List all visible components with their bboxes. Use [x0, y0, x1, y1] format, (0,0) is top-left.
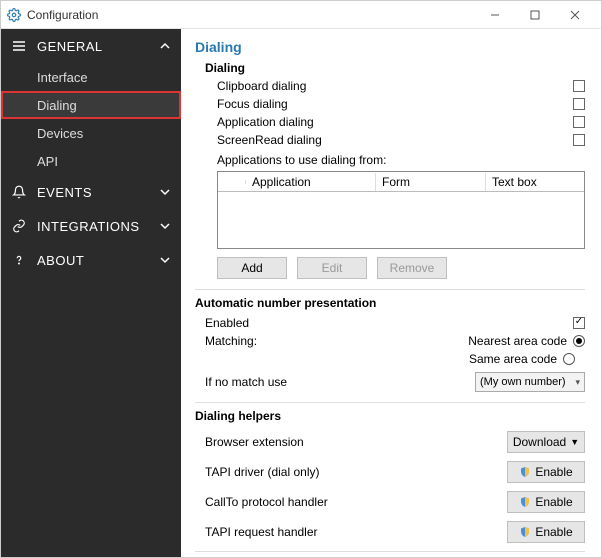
nearest-area-code-radio[interactable] [573, 335, 585, 347]
download-button[interactable]: Download ▼ [507, 431, 585, 453]
minimize-button[interactable] [475, 1, 515, 29]
nav-section-label: ABOUT [37, 253, 159, 268]
nav-section-label: GENERAL [37, 39, 159, 54]
sidebar-item-interface[interactable]: Interface [1, 63, 181, 91]
table-col-blank [218, 180, 246, 184]
option-label: Clipboard dialing [217, 79, 573, 93]
dialing-section-heading: Dialing [205, 61, 585, 75]
option-label: Application dialing [217, 115, 573, 129]
table-col-form: Form [376, 173, 486, 191]
add-button[interactable]: Add [217, 257, 287, 279]
enable-tapi-driver-button[interactable]: Enable [507, 461, 585, 483]
remove-button[interactable]: Remove [377, 257, 447, 279]
hamburger-icon [11, 39, 27, 53]
shield-icon [519, 466, 531, 478]
button-label: Enable [535, 495, 572, 509]
table-col-application: Application [246, 173, 376, 191]
sidebar-item-label: Interface [37, 70, 88, 85]
anp-enabled-checkbox[interactable] [573, 317, 585, 329]
button-label: Enable [535, 525, 572, 539]
sidebar: GENERAL Interface Dialing Devices API EV… [1, 29, 181, 557]
chevron-down-icon: ▾ [575, 377, 580, 388]
page-title: Dialing [195, 39, 585, 55]
window-title: Configuration [27, 8, 475, 22]
no-match-select[interactable]: (My own number) ▾ [475, 372, 585, 392]
table-body-empty [218, 192, 584, 248]
content-panel: Dialing Dialing Clipboard dialing Focus … [181, 29, 601, 557]
radio-label: Nearest area code [468, 334, 567, 348]
sidebar-item-api[interactable]: API [1, 147, 181, 175]
applications-label: Applications to use dialing from: [217, 153, 585, 167]
option-label: ScreenRead dialing [217, 133, 573, 147]
applications-table: Application Form Text box [217, 171, 585, 249]
nav-section-integrations[interactable]: INTEGRATIONS [1, 209, 181, 243]
helper-label: TAPI driver (dial only) [205, 465, 507, 479]
chevron-down-icon [159, 186, 171, 198]
table-col-textbox: Text box [486, 173, 584, 191]
no-match-label: If no match use [205, 375, 475, 389]
same-area-code-radio[interactable] [563, 353, 575, 365]
enabled-label: Enabled [205, 316, 573, 330]
chevron-down-icon [159, 254, 171, 266]
clipboard-dialing-checkbox[interactable] [573, 80, 585, 92]
chevron-up-icon [159, 40, 171, 52]
nav-section-general[interactable]: GENERAL [1, 29, 181, 63]
sidebar-item-label: API [37, 154, 58, 169]
nav-section-label: EVENTS [37, 185, 159, 200]
sidebar-item-dialing[interactable]: Dialing [1, 91, 181, 119]
shield-icon [519, 496, 531, 508]
configuration-window: Configuration GENERAL Interface Dialing … [0, 0, 602, 558]
sidebar-item-devices[interactable]: Devices [1, 119, 181, 147]
enable-tapi-request-button[interactable]: Enable [507, 521, 585, 543]
question-icon [11, 253, 27, 267]
nav-section-about[interactable]: ABOUT [1, 243, 181, 277]
application-dialing-checkbox[interactable] [573, 116, 585, 128]
divider [195, 402, 585, 403]
bell-icon [11, 185, 27, 199]
radio-label: Same area code [469, 352, 557, 366]
chevron-down-icon: ▼ [570, 437, 579, 447]
sidebar-item-label: Devices [37, 126, 83, 141]
gear-icon [7, 8, 21, 22]
nav-section-events[interactable]: EVENTS [1, 175, 181, 209]
divider [195, 289, 585, 290]
button-label: Download [513, 435, 566, 449]
select-value: (My own number) [480, 376, 566, 388]
helper-label: CallTo protocol handler [205, 495, 507, 509]
option-label: Focus dialing [217, 97, 573, 111]
helpers-heading: Dialing helpers [195, 409, 585, 423]
divider [195, 551, 585, 552]
link-icon [11, 219, 27, 233]
shield-icon [519, 526, 531, 538]
helper-label: TAPI request handler [205, 525, 507, 539]
focus-dialing-checkbox[interactable] [573, 98, 585, 110]
sidebar-item-label: Dialing [37, 98, 77, 113]
matching-label: Matching: [205, 334, 468, 348]
enable-callto-button[interactable]: Enable [507, 491, 585, 513]
edit-button[interactable]: Edit [297, 257, 367, 279]
nav-section-label: INTEGRATIONS [37, 219, 159, 234]
chevron-down-icon [159, 220, 171, 232]
helper-label: Browser extension [205, 435, 507, 449]
screenread-dialing-checkbox[interactable] [573, 134, 585, 146]
button-label: Enable [535, 465, 572, 479]
close-button[interactable] [555, 1, 595, 29]
anp-heading: Automatic number presentation [195, 296, 585, 310]
titlebar: Configuration [1, 1, 601, 29]
maximize-button[interactable] [515, 1, 555, 29]
